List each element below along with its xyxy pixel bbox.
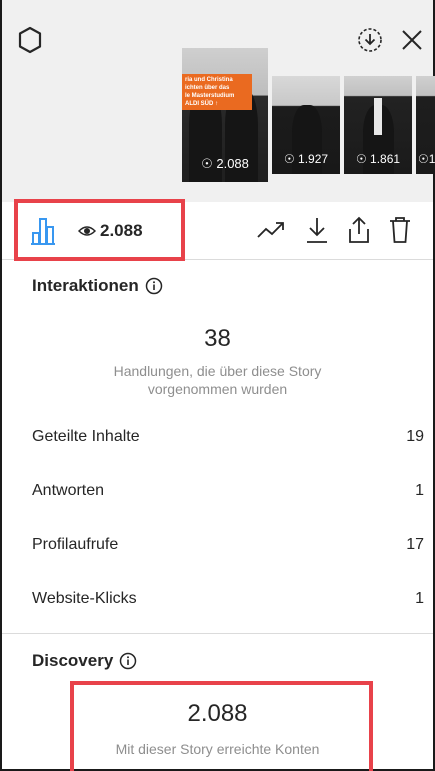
metric-row-replies: Antworten 1	[32, 482, 424, 500]
story-thumbnail-active[interactable]: ria und Christina ichten über das le Mas…	[182, 48, 268, 182]
description-line: Handlungen, die über diese Story	[113, 363, 322, 379]
settings-icon[interactable]	[12, 22, 48, 58]
metric-label: Profilaufrufe	[32, 536, 119, 553]
overlay-line: ALDI SÜD ↑	[185, 101, 218, 107]
discovery-heading: Discovery	[32, 651, 137, 671]
overlay-line: ichten über das	[185, 85, 230, 91]
share-icon[interactable]	[342, 213, 376, 247]
metric-value: 1	[415, 482, 424, 499]
thumbnail-views-value: 2.088	[216, 156, 249, 171]
thumbnail-views: ☉ 1.861	[355, 152, 401, 166]
metric-value: 19	[406, 428, 424, 445]
thumbnail-views: ☉ 2.088	[201, 156, 249, 171]
interactions-title: Interaktionen	[32, 276, 139, 295]
description-line: vorgenommen wurden	[147, 381, 288, 397]
thumbnail-overlay-text: ria und Christina ichten über das le Mas…	[182, 74, 252, 110]
thumbnail-shirt	[373, 97, 383, 135]
info-icon[interactable]	[119, 652, 137, 670]
metric-row-shares: Geteilte Inhalte 19	[32, 428, 424, 446]
overlay-line: ria und Christina	[185, 77, 233, 83]
overlay-line: le Masterstudium	[185, 93, 235, 99]
thumbnail-views: ☉1	[418, 152, 435, 166]
thumbnail-views: ☉ 1.927	[283, 152, 329, 166]
accounts-reached-description: Mit dieser Story erreichte Konten	[115, 741, 320, 757]
metric-label: Website-Klicks	[32, 590, 137, 607]
thumbnail-views-value: 1.927	[298, 152, 329, 166]
trend-icon[interactable]	[254, 213, 288, 247]
story-views-count: 2.088	[100, 221, 143, 240]
metric-value: 17	[406, 536, 424, 553]
story-thumbnail[interactable]: ☉1	[416, 76, 435, 174]
bar-chart-icon[interactable]	[28, 216, 58, 246]
story-thumbnail[interactable]: ☉ 1.927	[272, 76, 340, 174]
accounts-reached-count: 2.088	[187, 700, 248, 727]
info-icon[interactable]	[145, 277, 163, 295]
thumbnail-views-value: 1	[428, 152, 435, 166]
metric-row-website-clicks: Website-Klicks 1	[32, 590, 424, 608]
eye-icon	[77, 222, 97, 240]
interactions-heading: Interaktionen	[32, 276, 163, 296]
story-thumbnail[interactable]: ☉ 1.861	[344, 76, 412, 174]
metric-label: Antworten	[32, 482, 105, 499]
metric-row-profile-visits: Profilaufrufe 17	[32, 536, 424, 554]
trash-icon[interactable]	[383, 213, 417, 247]
discovery-title: Discovery	[32, 651, 114, 670]
metric-label: Geteilte Inhalte	[32, 428, 140, 445]
interactions-description: Handlungen, die über diese Story vorgeno…	[2, 362, 433, 398]
thumbnail-views-value: 1.861	[370, 152, 401, 166]
section-divider	[2, 633, 433, 634]
story-thumbnails: ria und Christina ichten über das le Mas…	[182, 46, 435, 182]
metric-value: 1	[415, 590, 424, 607]
interactions-total: 38	[204, 325, 231, 352]
download-icon[interactable]	[300, 213, 334, 247]
